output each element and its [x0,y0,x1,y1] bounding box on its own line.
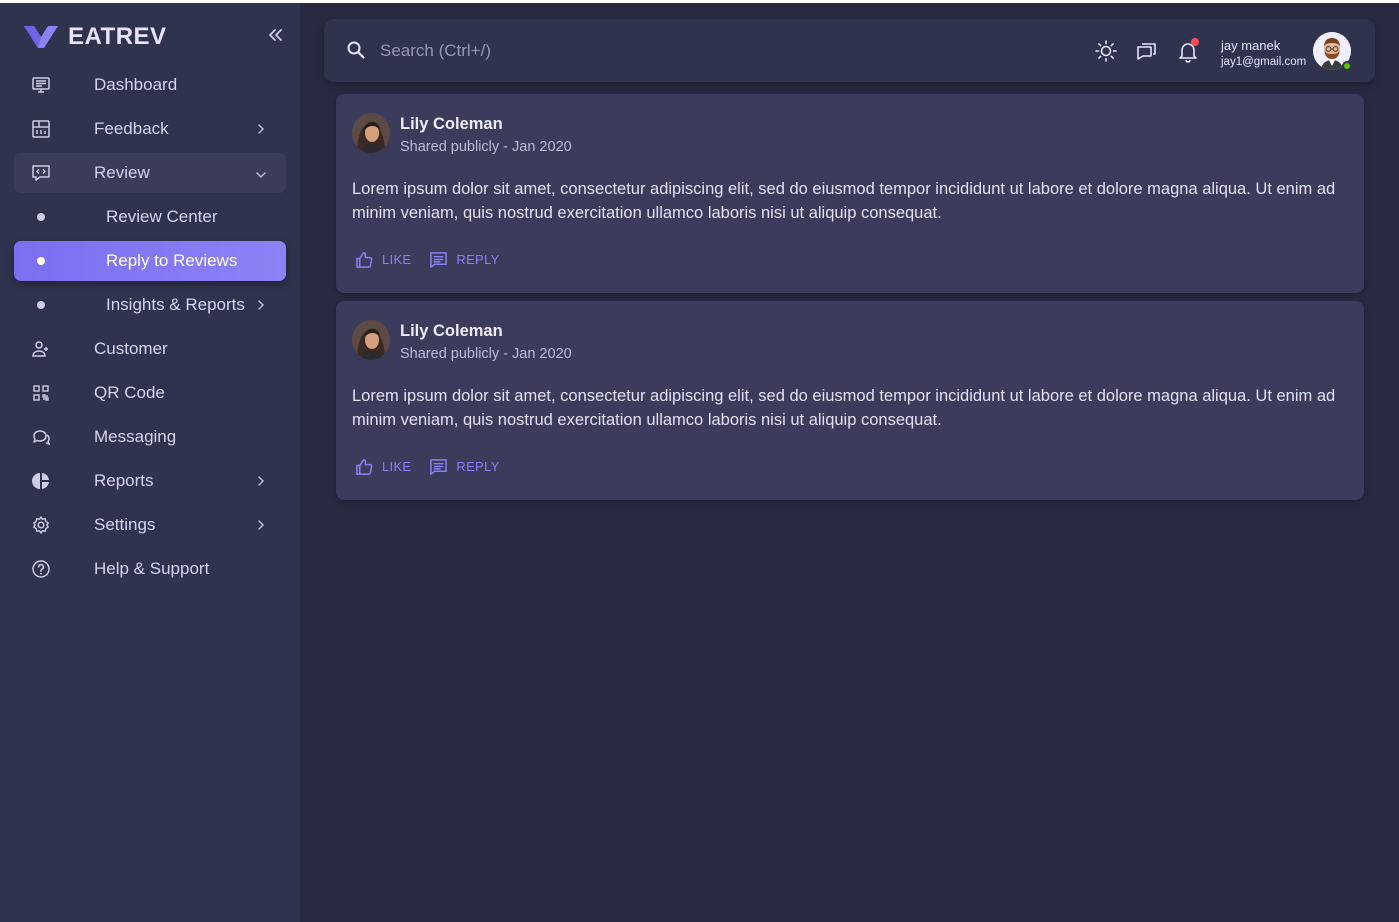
reply-label: REPLY [456,252,500,267]
bullet-icon [37,301,45,309]
sidebar-item-reports[interactable]: Reports [14,461,286,501]
comment-icon [430,459,448,475]
chat-bubbles-icon [30,427,52,447]
brand[interactable]: EATREV [24,23,167,51]
review-text: Lorem ipsum dolor sit amet, consectetur … [352,180,1336,222]
sidebar-item-label: QR Code [94,383,165,402]
reviewer-avatar[interactable] [352,113,390,153]
reviewer-name: Lily Coleman [400,322,503,340]
chevron-right-icon [256,297,266,313]
sidebar-item-reply-to-reviews[interactable]: Reply to Reviews [14,241,286,281]
sidebar-item-label: Review [94,163,150,182]
sidebar-item-feedback[interactable]: Feedback [14,109,286,149]
sidebar-item-qr-code[interactable]: QR Code [14,373,286,413]
double-chevron-left-icon [269,29,282,41]
comment-icon [430,252,448,268]
sidebar-item-messaging[interactable]: Messaging [14,417,286,457]
brand-name: EATREV [68,23,167,50]
sidebar-item-label: Feedback [94,119,169,138]
help-circle-icon [30,559,52,579]
sidebar-item-label: Reports [94,471,154,490]
like-button[interactable]: LIKE [355,457,411,476]
user-email: jay1@gmail.com [1221,56,1307,68]
chat-icon [1137,43,1156,60]
sidebar-item-label: Settings [94,515,156,534]
like-button[interactable]: LIKE [355,250,411,269]
review-meta: Shared publicly - Jan 2020 [400,346,572,362]
reviewer-avatar-icon [352,113,390,153]
like-label: LIKE [382,252,412,267]
reviewer-avatar[interactable] [352,320,390,360]
sidebar-item-dashboard[interactable]: Dashboard [14,65,286,105]
sidebar-item-label: Insights & Reports [106,295,245,314]
sidebar-item-review-center[interactable]: Review Center [14,197,286,237]
like-label: LIKE [382,459,412,474]
chevron-right-icon [256,121,266,137]
bullet-icon [37,213,45,221]
sidebar-item-insights-reports[interactable]: Insights & Reports [14,285,286,325]
feedback-chart-icon [30,119,52,139]
sidebar-item-label: Reply to Reviews [106,251,238,270]
sidebar-item-label: Dashboard [94,75,178,94]
sidebar-item-settings[interactable]: Settings [14,505,286,545]
chat-button[interactable] [1135,39,1159,63]
notification-badge [1191,38,1199,46]
sidebar-item-label: Review Center [106,207,218,226]
notifications-button[interactable] [1176,38,1200,63]
code-chat-icon [30,163,52,183]
brand-logo-icon [24,26,58,48]
review-actions: LIKE REPLY [355,250,518,269]
sidebar-item-label: Customer [94,339,168,358]
gear-icon [30,515,52,535]
sidebar: EATREV Dashboard Feedback Review Review … [0,3,300,922]
chevron-right-icon [256,517,266,533]
search-input[interactable] [380,35,780,67]
review-actions: LIKE REPLY [355,457,518,476]
bullet-icon [37,257,45,265]
chevron-right-icon [256,473,266,489]
user-plus-icon [30,339,52,359]
sidebar-item-label: Messaging [94,427,177,446]
sidebar-item-customer[interactable]: Customer [14,329,286,369]
sidebar-item-label: Help & Support [94,559,210,578]
topbar: jay manek jay1@gmail.com [324,19,1375,82]
review-card: Lily Coleman Shared publicly - Jan 2020 … [336,94,1364,293]
collapse-sidebar-button[interactable] [266,25,286,45]
thumbs-up-icon [356,252,373,268]
reply-button[interactable]: REPLY [429,250,499,269]
reviewer-avatar-icon [352,320,390,360]
review-text: Lorem ipsum dolor sit amet, consectetur … [352,387,1336,429]
sun-icon [1095,40,1117,62]
sidebar-item-help-support[interactable]: Help & Support [14,549,286,589]
online-status-indicator [1342,61,1352,71]
review-meta: Shared publicly - Jan 2020 [400,139,572,155]
sidebar-nav: Dashboard Feedback Review Review Center … [14,65,286,593]
thumbs-up-icon [356,459,373,475]
reply-label: REPLY [456,459,500,474]
search-icon [347,41,365,59]
pie-chart-icon [30,471,52,491]
monitor-icon [30,75,52,95]
qr-code-icon [30,383,52,403]
user-name: jay manek [1221,38,1281,53]
sidebar-item-review[interactable]: Review [14,153,286,193]
reviewer-name: Lily Coleman [400,115,503,133]
review-card: Lily Coleman Shared publicly - Jan 2020 … [336,301,1364,500]
chevron-down-icon [254,167,268,179]
reply-button[interactable]: REPLY [429,457,499,476]
theme-toggle-button[interactable] [1094,39,1118,63]
